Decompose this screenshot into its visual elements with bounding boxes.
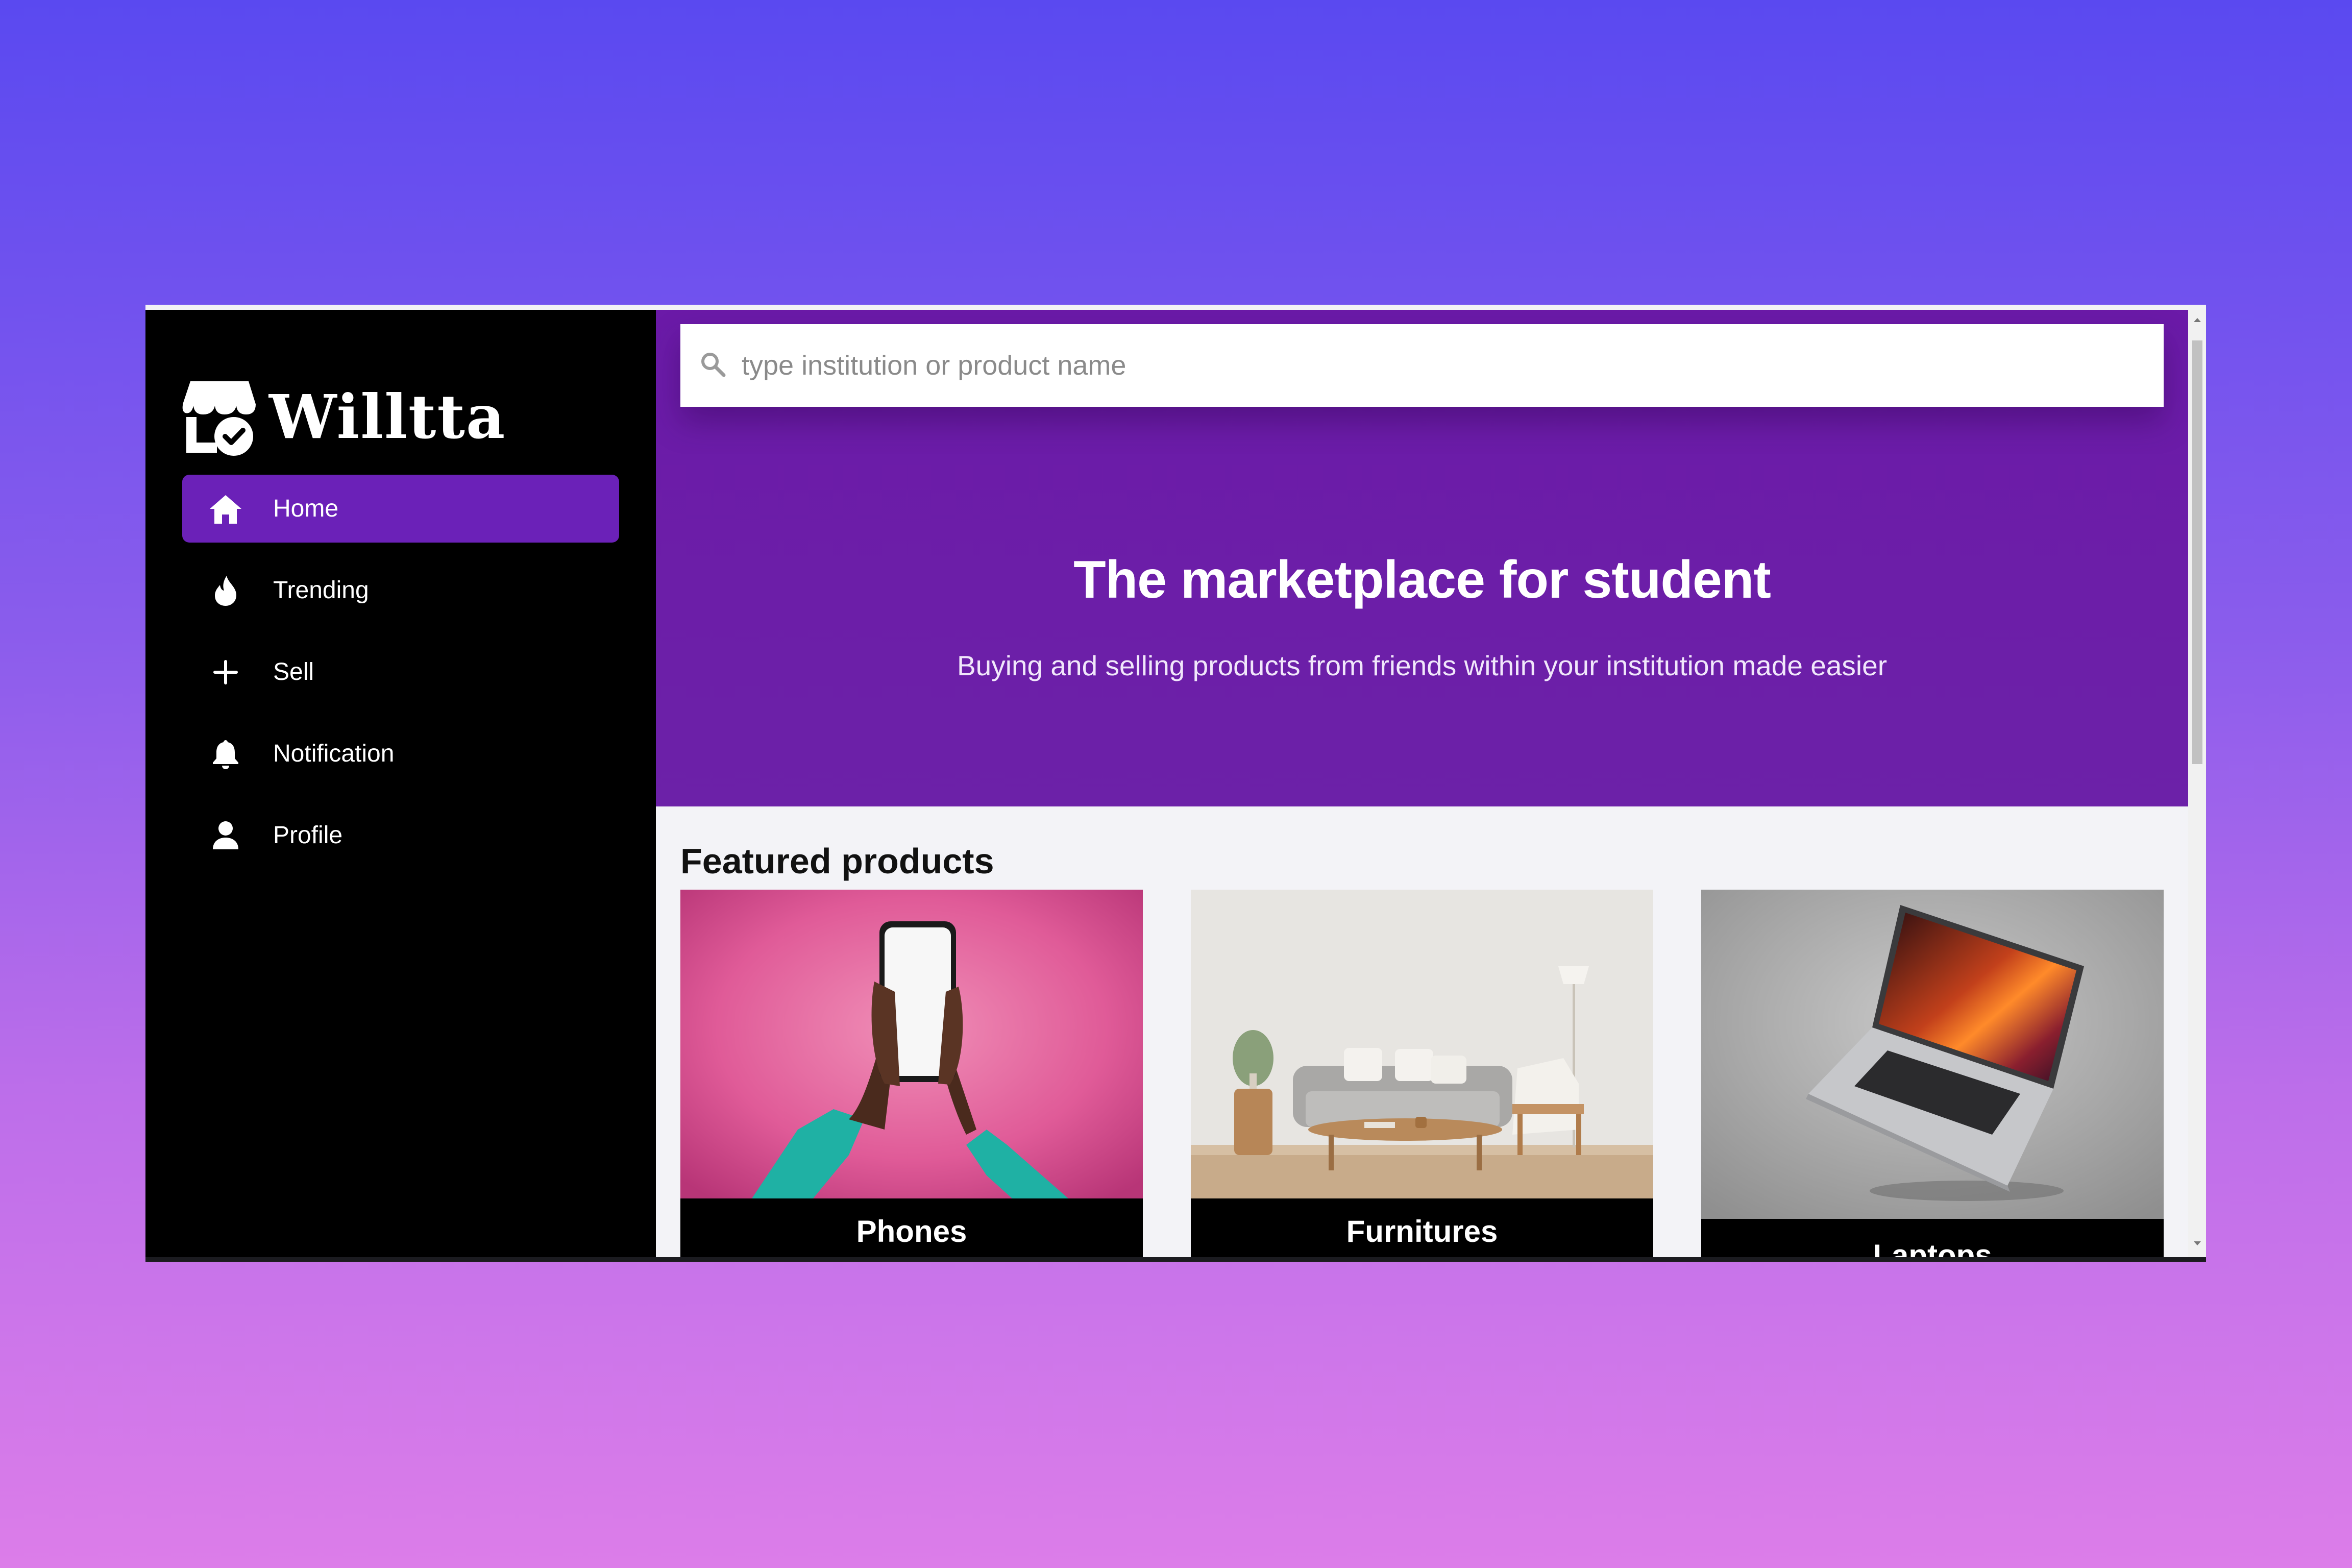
app-window: Willtta Home Trending Sell Notification …	[145, 305, 2206, 1262]
sidebar-item-trending[interactable]: Trending	[182, 556, 619, 624]
hero-title: The marketplace for student	[1073, 550, 1771, 609]
home-icon	[209, 492, 242, 526]
search-bar[interactable]	[680, 324, 2164, 407]
search-icon	[700, 351, 726, 380]
product-image	[1191, 890, 1653, 1198]
product-card-phones[interactable]: Phones	[680, 890, 1143, 1257]
product-label: Laptops	[1873, 1238, 1992, 1257]
search-input[interactable]	[741, 349, 2121, 382]
vertical-scrollbar-thumb[interactable]	[2192, 340, 2202, 764]
bell-icon	[209, 737, 242, 771]
store-verified-icon	[181, 376, 258, 458]
sidebar-item-label: Sell	[273, 658, 314, 685]
sidebar-item-home[interactable]: Home	[182, 475, 619, 543]
product-label: Phones	[856, 1214, 967, 1248]
plus-icon	[209, 655, 242, 689]
flame-icon	[209, 574, 242, 607]
user-icon	[209, 819, 242, 852]
logo[interactable]: Willtta	[181, 376, 506, 458]
scroll-up-arrow-icon[interactable]	[2192, 315, 2202, 328]
main-content: The marketplace for student Buying and s…	[656, 310, 2188, 1257]
product-card-laptops[interactable]: Laptops	[1701, 890, 2164, 1257]
sidebar-item-label: Trending	[273, 577, 369, 604]
scroll-down-arrow-icon[interactable]	[2192, 1238, 2202, 1251]
product-image	[680, 890, 1143, 1198]
sidebar-item-sell[interactable]: Sell	[182, 638, 619, 706]
hero-subtitle: Buying and selling products from friends…	[957, 650, 1888, 681]
product-card-furnitures[interactable]: Furnitures	[1191, 890, 1653, 1257]
product-label: Furnitures	[1346, 1214, 1498, 1248]
hero-banner: The marketplace for student Buying and s…	[656, 310, 2188, 806]
sidebar-item-notification[interactable]: Notification	[182, 720, 619, 788]
vertical-scrollbar[interactable]	[2188, 310, 2206, 1257]
sidebar: Willtta Home Trending Sell Notification …	[145, 310, 656, 1257]
sidebar-item-label: Home	[273, 495, 339, 522]
sidebar-item-label: Notification	[273, 740, 395, 767]
sidebar-item-label: Profile	[273, 822, 343, 849]
logo-text: Willtta	[269, 381, 506, 452]
sidebar-nav: Home Trending Sell Notification Profile	[182, 475, 619, 883]
product-image	[1701, 890, 2164, 1219]
section-title: Featured products	[680, 841, 994, 881]
sidebar-item-profile[interactable]: Profile	[182, 801, 619, 869]
